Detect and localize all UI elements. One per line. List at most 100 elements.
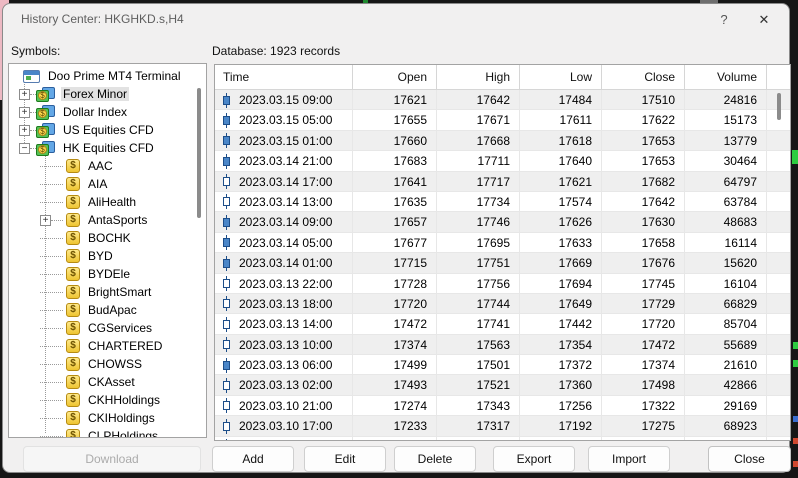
- column-header-open[interactable]: Open: [353, 65, 437, 89]
- tree-item-budapac[interactable]: $BudApac: [9, 301, 206, 319]
- tree-item-byd[interactable]: $BYD: [9, 247, 206, 265]
- tree-item-clpholdings[interactable]: $CLPHoldings: [9, 427, 206, 438]
- titlebar[interactable]: History Center: HKGHKD.s,H4 ? ✕: [3, 4, 789, 36]
- expand-icon[interactable]: +: [40, 215, 51, 226]
- export-button[interactable]: Export: [493, 446, 575, 472]
- table-row[interactable]: 2023.03.14 17:00176411771717621176826479…: [215, 172, 790, 192]
- table-row[interactable]: 2023.03.15 05:00176551767117611176221517…: [215, 110, 790, 130]
- close-icon[interactable]: ✕: [751, 8, 777, 32]
- tree-connector: [40, 274, 63, 275]
- table-row[interactable]: 2023.03.13 06:00174991750117372173742161…: [215, 355, 790, 375]
- table-row[interactable]: 2023.03.13 18:00177201774417649177296682…: [215, 294, 790, 314]
- collapse-icon[interactable]: −: [19, 143, 30, 154]
- expand-icon[interactable]: +: [19, 125, 30, 136]
- tree-item-chartered[interactable]: $CHARTERED: [9, 337, 206, 355]
- table-row[interactable]: 2023.03.13 22:00177281775617694177451610…: [215, 274, 790, 294]
- cell-open: 17635: [353, 192, 437, 212]
- cell-time: 2023.03.10 21:00: [215, 396, 353, 416]
- table-row[interactable]: 2023.03.14 09:00176571774617626176304868…: [215, 212, 790, 232]
- tree-item-doo-prime-mt4-terminal[interactable]: Doo Prime MT4 Terminal: [9, 67, 206, 85]
- close-button[interactable]: Close: [708, 446, 791, 472]
- delete-button[interactable]: Delete: [394, 446, 476, 472]
- cell-time: 2023.03.14 01:00: [215, 253, 353, 273]
- cell-open: 17715: [353, 253, 437, 273]
- tree-item-dollar-index[interactable]: +$Dollar Index: [9, 103, 206, 121]
- tree-item-label: CKHHoldings: [86, 393, 162, 407]
- cell-open: 17683: [353, 151, 437, 171]
- cell-volume: 21610: [685, 355, 767, 375]
- symbol-group-icon: $: [36, 141, 55, 156]
- background-chart-fragment: [793, 438, 798, 444]
- cell-close: 17653: [602, 131, 685, 151]
- tree-item-hk-equities-cfd[interactable]: −$HK Equities CFD: [9, 139, 206, 157]
- cell-close: 17472: [602, 335, 685, 355]
- expand-icon[interactable]: +: [19, 89, 30, 100]
- symbol-icon: $: [66, 213, 80, 227]
- column-header-time[interactable]: Time: [215, 65, 353, 89]
- tree-connector: [40, 328, 63, 329]
- table-row[interactable]: [215, 437, 790, 441]
- tree-item-ckiholdings[interactable]: $CKIHoldings: [9, 409, 206, 427]
- help-icon[interactable]: ?: [711, 8, 737, 32]
- import-button[interactable]: Import: [588, 446, 670, 472]
- candle-filled-icon: [223, 358, 230, 373]
- cell-open: 17374: [353, 335, 437, 355]
- table-row[interactable]: 2023.03.14 01:00177151775117669176761562…: [215, 253, 790, 273]
- tree-item-brightsmart[interactable]: $BrightSmart: [9, 283, 206, 301]
- candle-hollow-icon: [223, 276, 230, 291]
- tree-item-label: AIA: [86, 177, 109, 191]
- symbol-icon: $: [66, 303, 80, 317]
- table-row[interactable]: 2023.03.13 14:00174721774117442177208570…: [215, 314, 790, 334]
- background-chart-fragment: [793, 342, 798, 349]
- column-header-low[interactable]: Low: [520, 65, 602, 89]
- history-table[interactable]: Time Open High Low Close Volume 2023.03.…: [214, 64, 791, 441]
- cell-volume: 15620: [685, 253, 767, 273]
- tree-scrollbar[interactable]: [197, 88, 201, 218]
- table-row[interactable]: 2023.03.14 13:00176351773417574176426378…: [215, 192, 790, 212]
- tree-item-ckasset[interactable]: $CKAsset: [9, 373, 206, 391]
- tree-item-label: BYD: [86, 249, 115, 263]
- cell-close: 17653: [602, 151, 685, 171]
- symbol-icon: $: [66, 375, 80, 389]
- table-row[interactable]: 2023.03.15 01:00176601766817618176531377…: [215, 131, 790, 151]
- tree-item-label: CKIHoldings: [86, 411, 157, 425]
- tree-item-aia[interactable]: $AIA: [9, 175, 206, 193]
- cell-low: 17360: [520, 375, 602, 395]
- cell-high: 17668: [437, 131, 520, 151]
- cell-high: 17756: [437, 274, 520, 294]
- table-scrollbar[interactable]: [777, 93, 781, 120]
- table-row[interactable]: 2023.03.10 21:00172741734317256173222916…: [215, 396, 790, 416]
- table-row[interactable]: 2023.03.10 17:00172331731717192172756892…: [215, 416, 790, 436]
- table-row[interactable]: 2023.03.14 21:00176831771117640176533046…: [215, 151, 790, 171]
- add-button[interactable]: Add: [212, 446, 294, 472]
- tree-connector: [40, 400, 63, 401]
- table-row[interactable]: 2023.03.15 09:00176211764217484175102481…: [215, 90, 790, 110]
- tree-item-bochk[interactable]: $BOCHK: [9, 229, 206, 247]
- expand-icon[interactable]: +: [19, 107, 30, 118]
- table-row[interactable]: 2023.03.13 02:00174931752117360174984286…: [215, 375, 790, 395]
- tree-item-us-equities-cfd[interactable]: +$US Equities CFD: [9, 121, 206, 139]
- symbol-tree[interactable]: Doo Prime MT4 Terminal+$Forex Minor+$Dol…: [8, 63, 207, 438]
- candle-filled-icon: [223, 93, 230, 108]
- table-row[interactable]: 2023.03.13 10:00173741756317354174725568…: [215, 335, 790, 355]
- edit-button[interactable]: Edit: [304, 446, 386, 472]
- tree-item-ckhholdings[interactable]: $CKHHoldings: [9, 391, 206, 409]
- tree-item-bydele[interactable]: $BYDEle: [9, 265, 206, 283]
- history-center-dialog: History Center: HKGHKD.s,H4 ? ✕ Symbols:…: [2, 3, 790, 473]
- tree-item-chowss[interactable]: $CHOWSS: [9, 355, 206, 373]
- column-header-close[interactable]: Close: [602, 65, 685, 89]
- tree-item-antasports[interactable]: +$AntaSports: [9, 211, 206, 229]
- cell-time: 2023.03.14 09:00: [215, 212, 353, 232]
- table-row[interactable]: 2023.03.14 05:00176771769517633176581611…: [215, 233, 790, 253]
- tree-item-aac[interactable]: $AAC: [9, 157, 206, 175]
- tree-item-alihealth[interactable]: $AliHealth: [9, 193, 206, 211]
- tree-item-forex-minor[interactable]: +$Forex Minor: [9, 85, 206, 103]
- download-button[interactable]: Download: [23, 446, 201, 472]
- column-header-volume[interactable]: Volume: [685, 65, 767, 89]
- tree-connector: [40, 238, 63, 239]
- column-header-high[interactable]: High: [437, 65, 520, 89]
- tree-item-label: US Equities CFD: [61, 123, 156, 137]
- tree-item-cgservices[interactable]: $CGServices: [9, 319, 206, 337]
- cell-time: 2023.03.13 10:00: [215, 335, 353, 355]
- tree-connector: [40, 418, 63, 419]
